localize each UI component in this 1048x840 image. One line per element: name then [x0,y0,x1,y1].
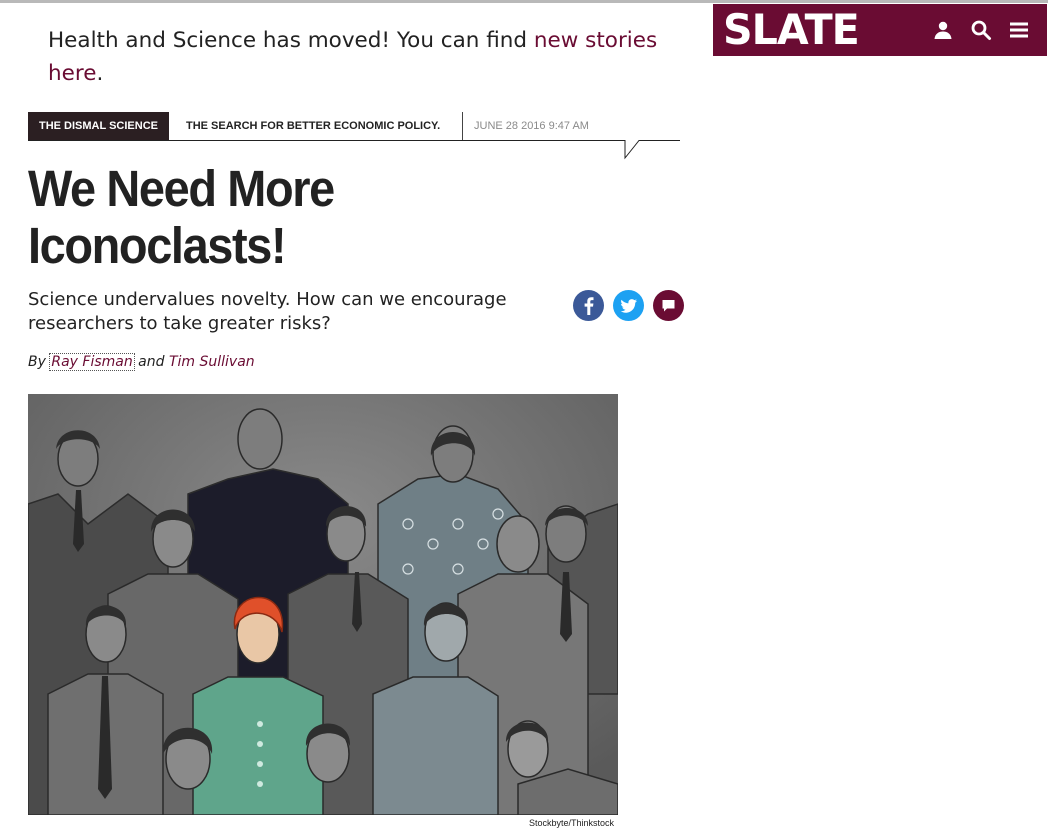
notice-text: Health and Science has moved! You can fi… [48,28,534,53]
search-icon[interactable] [969,18,993,42]
publish-date: JUNE 28 2016 9:47 AM [474,120,589,132]
image-credit: Stockbyte/Thinkstock [528,818,614,828]
site-header: SLATE [713,4,1047,56]
headline-line-2: Iconoclasts! [28,217,287,274]
article-headline: We Need More Iconoclasts! [28,160,543,274]
byline-and: and [138,354,165,370]
headline-line-1: We Need More [28,160,335,217]
comment-button[interactable] [653,290,684,321]
comment-icon [653,290,684,321]
twitter-icon [613,290,644,321]
byline-prefix: By [28,354,46,370]
article-rubric: THE DISMAL SCIENCE THE SEARCH FOR BETTER… [28,112,680,160]
slate-logo[interactable]: SLATE [723,6,860,54]
menu-icon[interactable] [1007,18,1031,42]
facebook-icon [573,290,604,321]
user-icon[interactable] [931,18,955,42]
hero-image [28,394,618,815]
article-dek: Science undervalues novelty. How can we … [28,289,507,334]
twitter-share-button[interactable] [613,290,644,321]
section-tagline[interactable]: THE SEARCH FOR BETTER ECONOMIC POLICY. [186,112,440,140]
author-link-tim-sullivan[interactable]: Tim Sullivan [169,354,255,370]
top-border [0,0,1048,3]
facebook-share-button[interactable] [573,290,604,321]
moved-notice: Health and Science has moved! You can fi… [48,24,688,90]
byline: By Ray Fisman and Tim Sullivan [28,352,255,372]
section-tag[interactable]: THE DISMAL SCIENCE [28,112,169,140]
notice-end: . [96,61,104,86]
author-link-ray-fisman[interactable]: Ray Fisman [49,353,135,371]
rubric-divider [462,112,463,140]
